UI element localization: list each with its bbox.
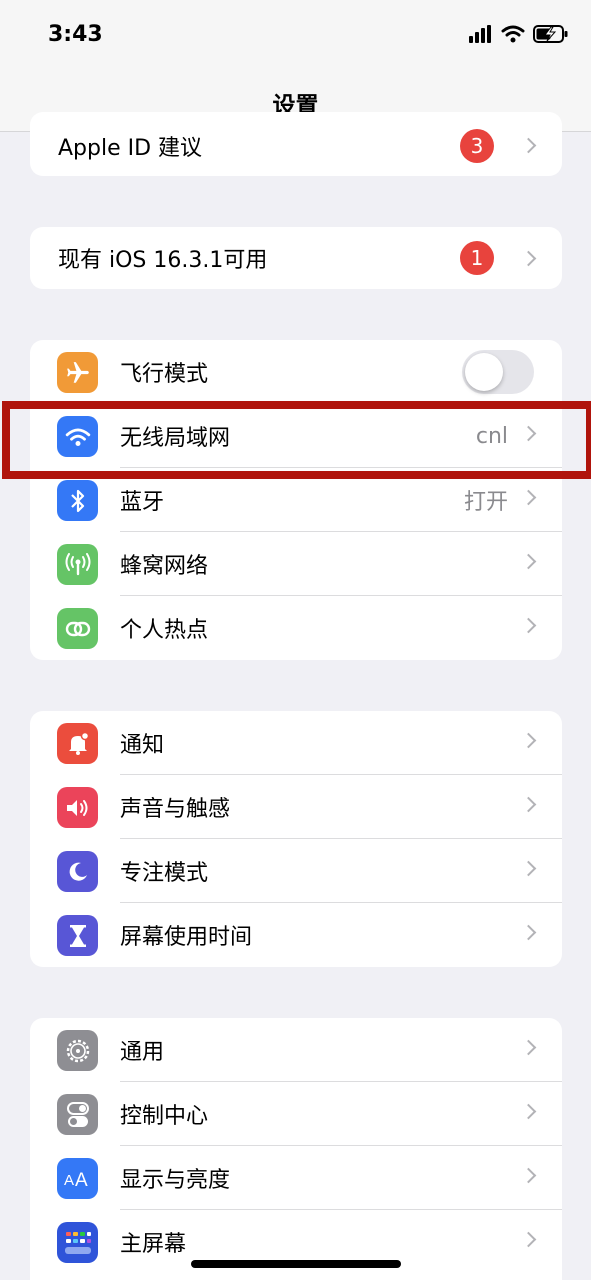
chevron-right-icon [520,250,537,267]
hotspot-label: 个人热点 [120,618,209,643]
chevron-right-icon [520,924,537,941]
chevron-right-icon [520,1231,537,1248]
hotspot-row[interactable]: 个人热点 [30,596,562,660]
apple-id-suggestions-label: Apple ID 建议 [58,136,203,161]
gear-icon [66,1039,89,1062]
display-icon: A A [64,1170,88,1190]
display-icon-box: A A [57,1158,98,1199]
svg-text:A: A [64,1172,74,1189]
airplane-icon-box [57,352,98,393]
airplane-icon [66,361,89,383]
screen-time-label: 屏幕使用时间 [120,925,253,950]
cellular-row[interactable]: 蜂窝网络 [30,532,562,596]
general-row[interactable]: 通用 [30,1018,562,1082]
apple-id-group: Apple ID 建议 3 [30,112,562,176]
bluetooth-icon [70,489,84,512]
chevron-right-icon [520,732,537,749]
wifi-status-icon [501,25,525,43]
notifications-row[interactable]: 通知 [30,711,562,775]
status-icons [469,24,569,44]
display-brightness-row[interactable]: A A 显示与亮度 [30,1146,562,1210]
moon-icon-box [57,851,98,892]
chevron-right-icon [520,1167,537,1184]
notification-icon [68,731,89,755]
svg-text:A: A [75,1170,88,1190]
cellular-icon [65,552,90,575]
screen-time-row[interactable]: 屏幕使用时间 [30,903,562,967]
chevron-right-icon [520,489,537,506]
hotspot-icon-box [57,608,98,649]
status-time: 3:43 [48,22,103,47]
notifications-label: 通知 [120,733,165,758]
chevron-right-icon [520,553,537,570]
control-center-icon [66,1101,89,1127]
notification-icon-box [57,723,98,764]
chevron-right-icon [520,796,537,813]
control-center-icon-box [57,1094,98,1135]
home-screen-icon-box [57,1222,98,1263]
software-update-label: 现有 iOS 16.3.1可用 [58,248,268,273]
battery-charging-icon [533,25,568,43]
hotspot-icon [65,621,90,636]
connectivity-group: 飞行模式 无线局域网 cnl 蓝牙 打开 蜂窝网络 个人热点 [30,340,562,660]
bluetooth-icon-box [57,480,98,521]
airplane-mode-row: 飞行模式 [30,340,562,404]
wifi-highlight-box [2,401,591,479]
cellular-label: 蜂窝网络 [120,554,209,579]
apple-id-badge: 3 [460,129,494,163]
toggle-knob [465,353,503,391]
sounds-haptics-label: 声音与触感 [120,797,231,822]
gear-icon-box [57,1030,98,1071]
display-brightness-label: 显示与亮度 [120,1168,231,1193]
general-label: 通用 [120,1040,165,1065]
control-center-label: 控制中心 [120,1104,209,1129]
apple-id-suggestions-row[interactable]: Apple ID 建议 3 [30,112,562,176]
airplane-mode-label: 飞行模式 [120,362,209,387]
moon-icon [69,862,87,881]
software-update-row[interactable]: 现有 iOS 16.3.1可用 1 [30,227,562,289]
hourglass-icon-box [57,915,98,956]
bluetooth-label: 蓝牙 [120,490,165,515]
chevron-right-icon [520,860,537,877]
chevron-right-icon [520,1039,537,1056]
bluetooth-value: 打开 [463,490,508,515]
home-indicator [191,1260,401,1268]
control-center-row[interactable]: 控制中心 [30,1082,562,1146]
notifications-group: 通知 声音与触感 专注模式 屏幕使用时间 [30,711,562,967]
home-screen-icon [64,1231,91,1254]
chevron-right-icon [520,617,537,634]
sound-icon [66,799,87,816]
home-screen-label: 主屏幕 [120,1232,187,1257]
focus-row[interactable]: 专注模式 [30,839,562,903]
status-bar: 3:43 [0,0,591,70]
software-update-group: 现有 iOS 16.3.1可用 1 [30,227,562,289]
general-group: 通用 控制中心 A A 显示与亮度 主屏幕 [30,1018,562,1280]
signal-icon [469,25,491,43]
sounds-haptics-row[interactable]: 声音与触感 [30,775,562,839]
airplane-mode-toggle[interactable] [462,350,534,394]
sound-icon-box [57,787,98,828]
update-badge: 1 [460,241,494,275]
chevron-right-icon [520,137,537,154]
cellular-icon-box [57,544,98,585]
focus-label: 专注模式 [120,861,209,886]
hourglass-icon [69,924,86,947]
chevron-right-icon [520,1103,537,1120]
